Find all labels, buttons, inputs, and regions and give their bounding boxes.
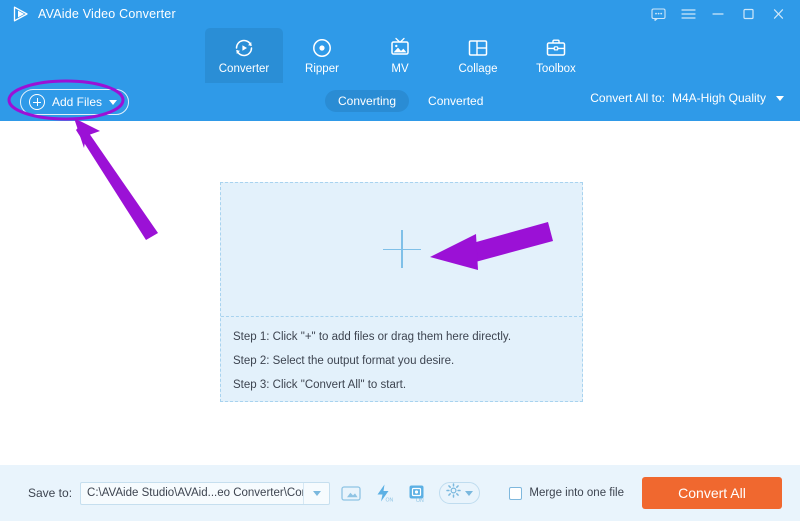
play-triangle-icon [12,5,30,23]
menu-icon[interactable] [680,6,696,22]
bottom-icon-group: ON ON [340,482,481,504]
grid-layout-icon [466,36,490,60]
convert-all-to-label: Convert All to: [590,91,665,105]
tab-converter-label: Converter [218,63,270,75]
tab-collage[interactable]: Collage [439,28,517,83]
output-path-field[interactable]: C:\AVAide Studio\AVAid...eo Converter\Co… [80,481,331,505]
chevron-down-icon [465,490,474,496]
tab-ripper-label: Ripper [305,63,339,75]
chevron-down-icon[interactable] [303,482,329,504]
settings-gear-button[interactable] [439,482,481,504]
briefcase-icon [544,36,568,60]
window-controls [650,6,800,22]
add-files-label: Add Files [52,95,103,109]
tab-mv[interactable]: MV [361,28,439,83]
close-icon[interactable] [770,6,786,22]
caret-glyph [312,490,321,496]
feedback-icon[interactable] [650,6,666,22]
save-to-label: Save to: [28,486,73,500]
plus-circle-icon [29,94,45,110]
merge-into-one-file-checkbox[interactable]: Merge into one file [509,486,624,500]
output-path-value: C:\AVAide Studio\AVAid...eo Converter\Co… [87,487,303,499]
svg-text:ON: ON [386,497,394,503]
tab-ripper[interactable]: Ripper [283,28,361,83]
chevron-down-icon[interactable] [109,99,118,105]
step-3: Step 3: Click "Convert All" to start. [233,379,407,391]
minimize-icon[interactable] [710,6,726,22]
tab-converter[interactable]: Converter [205,28,283,83]
output-format-value: M4A-High Quality [671,91,766,105]
output-format-select[interactable]: M4A-High Quality [672,91,784,105]
tab-mv-label: MV [391,63,409,75]
queue-tabs: Converting Converted [325,90,496,112]
convert-all-button[interactable]: Convert All [642,477,782,509]
tab-collage-label: Collage [458,63,498,75]
title-bar: AVAide Video Converter [0,0,800,28]
tab-converting[interactable]: Converting [325,90,410,112]
app-window: AVAide Video Converter Converter Ripper … [0,0,800,521]
checkbox-box [509,486,523,500]
dropzone-instructions: Step 1: Click "+" to add files or drag t… [221,316,582,401]
main-content: Step 1: Click "+" to add files or drag t… [0,121,800,465]
step-2: Step 2: Select the output format you des… [233,355,455,367]
app-title: AVAide Video Converter [38,7,176,21]
disc-icon [310,36,334,60]
add-files-button[interactable]: Add Files [20,89,130,115]
open-folder-icon[interactable] [340,483,362,503]
tab-toolbox[interactable]: Toolbox [517,28,595,83]
maximize-icon[interactable] [740,6,756,22]
bottom-bar: Save to: C:\AVAide Studio\AVAid...eo Con… [0,465,800,521]
tv-image-icon [388,36,412,60]
merge-label: Merge into one file [529,487,624,499]
file-dropzone[interactable]: Step 1: Click "+" to add files or drag t… [220,182,583,402]
snapshot-icon[interactable]: ON [406,483,428,503]
plus-icon [382,230,421,268]
settings-gear-icon [446,483,461,503]
svg-text:ON: ON [416,498,424,503]
chevron-down-icon [776,95,784,101]
dropzone-plus[interactable] [221,183,582,315]
hardware-acceleration-icon[interactable]: ON [373,483,395,503]
tab-toolbox-label: Toolbox [536,63,576,75]
tab-converted[interactable]: Converted [415,90,496,112]
convert-all-to-group: Convert All to: M4A-High Quality [590,91,784,105]
app-logo: AVAide Video Converter [0,5,176,23]
main-navigation: Converter Ripper MV Collage Toolbox [0,28,800,83]
convert-circle-arrow-icon [232,36,256,60]
step-1: Step 1: Click "+" to add files or drag t… [233,331,512,343]
